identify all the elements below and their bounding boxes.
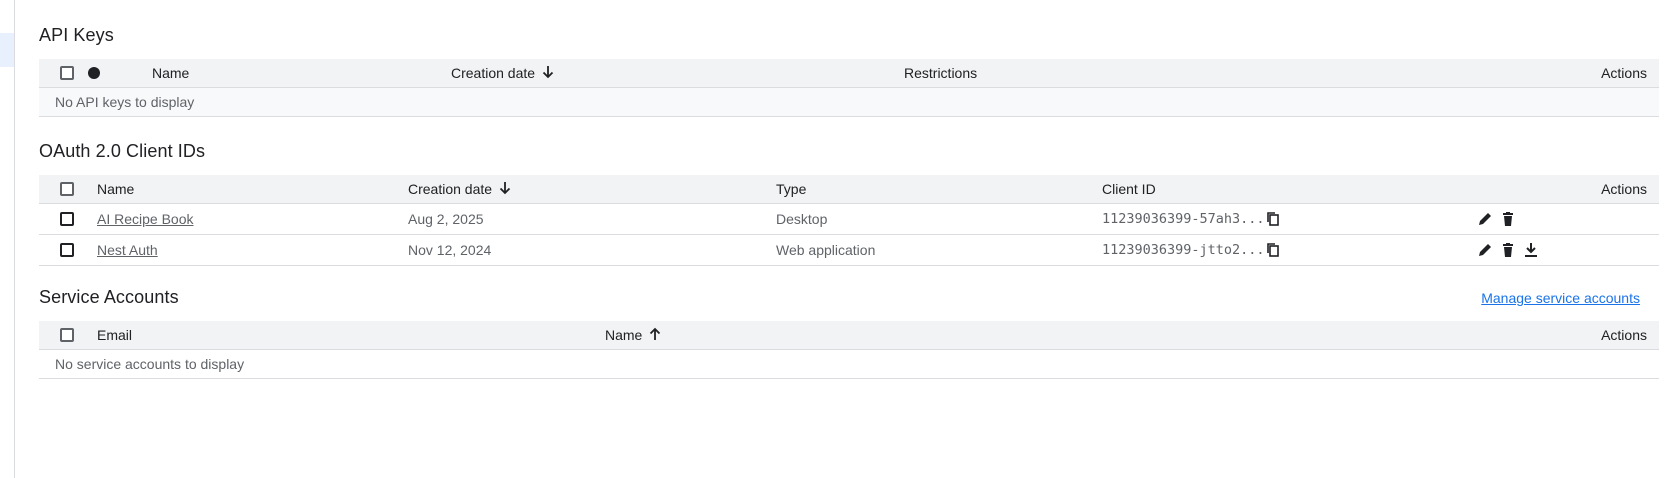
status-dot-icon — [88, 67, 100, 79]
api-keys-header-creation-date-label: Creation date — [451, 65, 536, 81]
download-icon[interactable] — [1523, 242, 1539, 258]
arrow-down-icon[interactable] — [498, 176, 512, 204]
service-accounts-empty-row: No service accounts to display — [39, 350, 1659, 379]
service-accounts-header-name[interactable]: Name — [605, 321, 662, 349]
service-accounts-header-email[interactable]: Email — [97, 321, 132, 349]
client-type: Desktop — [776, 211, 828, 227]
service-accounts-table: Email Name Actions No service accounts t… — [39, 321, 1659, 379]
oauth-select-all-checkbox[interactable] — [60, 182, 74, 196]
client-type: Web application — [776, 242, 876, 258]
table-row: AI Recipe Book Aug 2, 2025 Desktop 11239… — [39, 204, 1659, 235]
api-keys-table: Name Creation date Restrictions Actions … — [39, 59, 1659, 117]
oauth-title: OAuth 2.0 Client IDs — [39, 141, 206, 161]
copy-icon[interactable] — [1265, 211, 1281, 227]
client-creation-date: Aug 2, 2025 — [408, 211, 484, 227]
arrow-down-icon[interactable] — [541, 60, 555, 88]
service-accounts-title: Service Accounts — [39, 287, 179, 307]
service-accounts-header-name-label: Name — [605, 327, 643, 343]
client-id-value: 11239036399-57ah3... — [1102, 211, 1265, 227]
api-keys-header-row: Name Creation date Restrictions Actions — [39, 59, 1659, 88]
arrow-up-icon[interactable] — [648, 322, 662, 350]
api-keys-title: API Keys — [39, 25, 114, 45]
oauth-header-name[interactable]: Name — [97, 175, 134, 203]
service-accounts-empty-message: No service accounts to display — [55, 356, 245, 372]
client-name-link[interactable]: AI Recipe Book — [97, 204, 194, 234]
service-accounts-header-actions: Actions — [1601, 327, 1647, 343]
api-keys-header-creation-date[interactable]: Creation date — [451, 59, 555, 87]
api-keys-empty-message: No API keys to display — [55, 94, 195, 110]
nav-active-indicator — [0, 33, 14, 67]
client-creation-date: Nov 12, 2024 — [408, 242, 492, 258]
api-keys-header-name[interactable]: Name — [152, 59, 189, 87]
service-accounts-select-all-checkbox[interactable] — [60, 328, 74, 342]
oauth-header-type[interactable]: Type — [776, 175, 806, 203]
oauth-header-row: Name Creation date Type Client ID Action… — [39, 175, 1659, 204]
copy-icon[interactable] — [1265, 242, 1281, 258]
pencil-icon[interactable] — [1477, 242, 1493, 258]
api-keys-header-restrictions[interactable]: Restrictions — [904, 59, 977, 87]
oauth-header-actions: Actions — [1601, 181, 1647, 197]
client-id-value: 11239036399-jtto2... — [1102, 242, 1265, 258]
api-keys-empty-row: No API keys to display — [39, 88, 1659, 117]
api-keys-select-all-checkbox[interactable] — [60, 66, 74, 80]
table-row: Nest Auth Nov 12, 2024 Web application 1… — [39, 235, 1659, 266]
trash-icon[interactable] — [1500, 242, 1516, 258]
left-nav-rail — [0, 0, 15, 478]
oauth-header-client-id[interactable]: Client ID — [1102, 175, 1156, 203]
oauth-header-creation-date[interactable]: Creation date — [408, 175, 512, 203]
trash-icon[interactable] — [1500, 211, 1516, 227]
api-keys-header-actions: Actions — [1601, 65, 1647, 81]
row-checkbox[interactable] — [60, 243, 74, 257]
oauth-header-creation-date-label: Creation date — [408, 181, 493, 197]
client-name-link[interactable]: Nest Auth — [97, 235, 158, 265]
manage-service-accounts-link[interactable]: Manage service accounts — [1481, 290, 1640, 306]
pencil-icon[interactable] — [1477, 211, 1493, 227]
row-checkbox[interactable] — [60, 212, 74, 226]
service-accounts-header-row: Email Name Actions — [39, 321, 1659, 350]
oauth-table: Name Creation date Type Client ID Action… — [39, 175, 1659, 266]
